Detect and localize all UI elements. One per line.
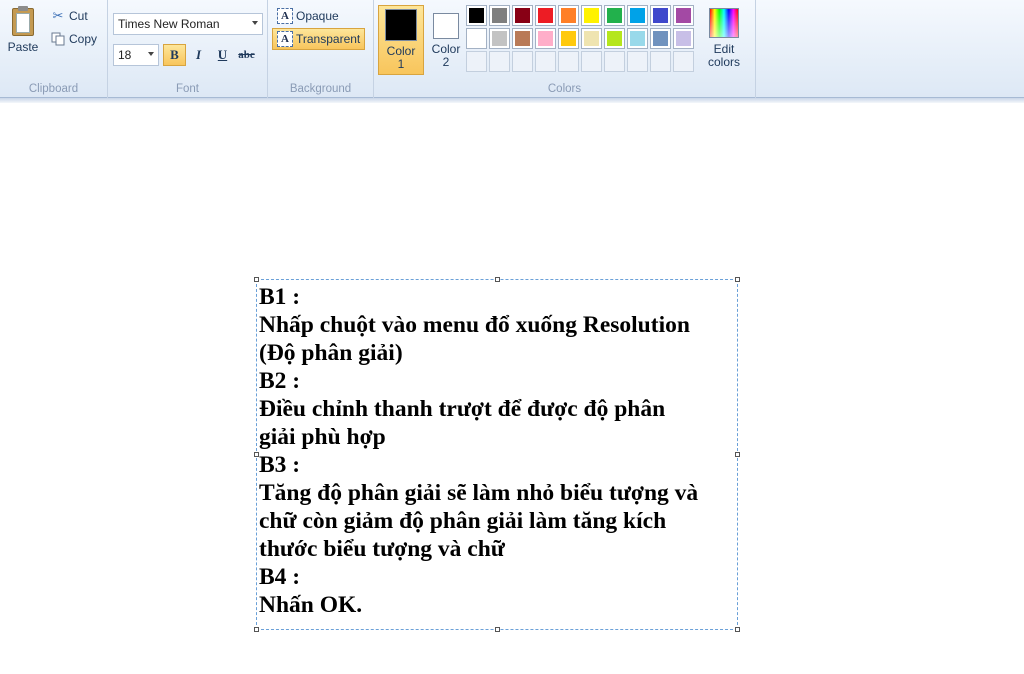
color2-number: 2 xyxy=(442,55,450,69)
color-swatch[interactable] xyxy=(604,5,625,26)
color-swatch[interactable] xyxy=(581,28,602,49)
opaque-icon: A xyxy=(277,8,293,24)
resize-handle-bottom[interactable] xyxy=(495,627,500,632)
text-line: B2 : xyxy=(259,368,301,394)
custom-color-slot[interactable] xyxy=(512,51,533,72)
ribbon: Paste ✂ Cut Copy Clipboard Times New Rom… xyxy=(0,0,1024,98)
transparent-button[interactable]: A Transparent xyxy=(272,28,366,50)
colors-group: Color 1 Color 2 Edit colors Colors xyxy=(374,0,756,98)
text-line: Điều chỉnh thanh trượt để được độ phân xyxy=(259,396,666,422)
italic-button[interactable]: I xyxy=(187,44,210,66)
color-swatch[interactable] xyxy=(512,5,533,26)
custom-color-slot[interactable] xyxy=(535,51,556,72)
color-swatch[interactable] xyxy=(604,28,625,49)
edit-colors-button[interactable]: Edit colors xyxy=(704,5,744,75)
color-swatch[interactable] xyxy=(627,28,648,49)
underline-button[interactable]: U xyxy=(211,44,234,66)
resize-handle-top-right[interactable] xyxy=(735,277,740,282)
color-swatch[interactable] xyxy=(650,5,671,26)
resize-handle-top[interactable] xyxy=(495,277,500,282)
color-swatch[interactable] xyxy=(466,5,487,26)
text-line: thước biểu tượng và chữ xyxy=(259,536,505,562)
color-swatch[interactable] xyxy=(535,5,556,26)
color-swatch[interactable] xyxy=(558,28,579,49)
color-swatch[interactable] xyxy=(673,28,694,49)
resize-handle-top-left[interactable] xyxy=(254,277,259,282)
font-family-select[interactable]: Times New Roman xyxy=(113,13,263,35)
color-swatch[interactable] xyxy=(512,28,533,49)
strikethrough-button[interactable]: abc xyxy=(235,44,258,66)
font-family-value: Times New Roman xyxy=(118,17,220,31)
text-line: chữ còn giảm độ phân giải làm tăng kích xyxy=(259,508,667,534)
font-size-select[interactable]: 18 xyxy=(113,44,159,66)
text-line: B4 : xyxy=(259,564,301,590)
text-line: B1 : xyxy=(259,284,301,310)
colors-group-label: Colors xyxy=(547,83,582,95)
edit-colors-label-2: colors xyxy=(707,55,740,69)
font-size-value: 18 xyxy=(118,48,132,62)
font-group-label: Font xyxy=(175,83,199,95)
text-line: Nhấp chuột vào menu đổ xuống Resolution xyxy=(259,312,690,338)
color-swatch[interactable] xyxy=(673,5,694,26)
cut-label: Cut xyxy=(69,9,88,23)
scissors-icon: ✂ xyxy=(52,8,64,23)
color-swatch[interactable] xyxy=(627,5,648,26)
color-swatch[interactable] xyxy=(558,5,579,26)
opaque-label: Opaque xyxy=(296,9,339,23)
custom-color-slot[interactable] xyxy=(466,51,487,72)
paste-label: Paste xyxy=(7,40,39,54)
text-line: B3 : xyxy=(259,452,301,478)
custom-color-slot[interactable] xyxy=(673,51,694,72)
color-palette xyxy=(466,5,694,72)
text-line: Nhấn OK. xyxy=(259,592,363,618)
color2-button[interactable]: Color 2 xyxy=(423,5,469,75)
copy-icon xyxy=(50,31,66,47)
opaque-button[interactable]: A Opaque xyxy=(272,5,344,27)
custom-color-slot[interactable] xyxy=(489,51,510,72)
color2-swatch xyxy=(433,13,459,39)
color1-swatch xyxy=(385,9,417,41)
custom-color-slot[interactable] xyxy=(650,51,671,72)
background-group-label: Background xyxy=(289,83,352,95)
font-group: Times New Roman 18 B I U abc Font xyxy=(108,0,268,98)
color-swatch[interactable] xyxy=(650,28,671,49)
copy-button[interactable]: Copy xyxy=(50,31,97,47)
bold-button[interactable]: B xyxy=(163,44,186,66)
custom-color-slot[interactable] xyxy=(581,51,602,72)
chevron-down-icon xyxy=(252,21,258,25)
transparent-label: Transparent xyxy=(296,32,361,46)
copy-label: Copy xyxy=(69,32,98,46)
color1-number: 1 xyxy=(397,57,405,71)
color-spectrum-icon xyxy=(709,8,739,38)
color-swatch[interactable] xyxy=(581,5,602,26)
custom-color-slot[interactable] xyxy=(558,51,579,72)
custom-color-slot[interactable] xyxy=(604,51,625,72)
color-swatch[interactable] xyxy=(466,28,487,49)
custom-color-slot[interactable] xyxy=(627,51,648,72)
chevron-down-icon xyxy=(148,52,154,56)
text-line: Tăng độ phân giải sẽ làm nhỏ biểu tượng … xyxy=(259,480,699,506)
paste-button[interactable]: Paste xyxy=(5,5,41,61)
color-swatch[interactable] xyxy=(489,5,510,26)
resize-handle-bottom-right[interactable] xyxy=(735,627,740,632)
color-swatch[interactable] xyxy=(535,28,556,49)
clipboard-icon xyxy=(10,5,36,37)
text-line: giải phù hợp xyxy=(259,424,386,450)
resize-handle-bottom-left[interactable] xyxy=(254,627,259,632)
text-box[interactable]: B1 : Nhấp chuột vào menu đổ xuống Resolut… xyxy=(254,277,740,632)
cut-button[interactable]: ✂ Cut xyxy=(50,8,88,24)
transparent-icon: A xyxy=(277,31,293,47)
clipboard-group: Paste ✂ Cut Copy Clipboard xyxy=(0,0,108,98)
drawing-canvas[interactable]: B1 : Nhấp chuột vào menu đổ xuống Resolut… xyxy=(0,103,1024,674)
text-line: (Độ phân giải) xyxy=(259,340,403,366)
clipboard-group-label: Clipboard xyxy=(28,83,79,95)
text-content[interactable]: B1 : Nhấp chuột vào menu đổ xuống Resolut… xyxy=(259,283,749,619)
color-swatch[interactable] xyxy=(489,28,510,49)
color1-button[interactable]: Color 1 xyxy=(378,5,424,75)
background-group: A Opaque A Transparent Background xyxy=(268,0,374,98)
